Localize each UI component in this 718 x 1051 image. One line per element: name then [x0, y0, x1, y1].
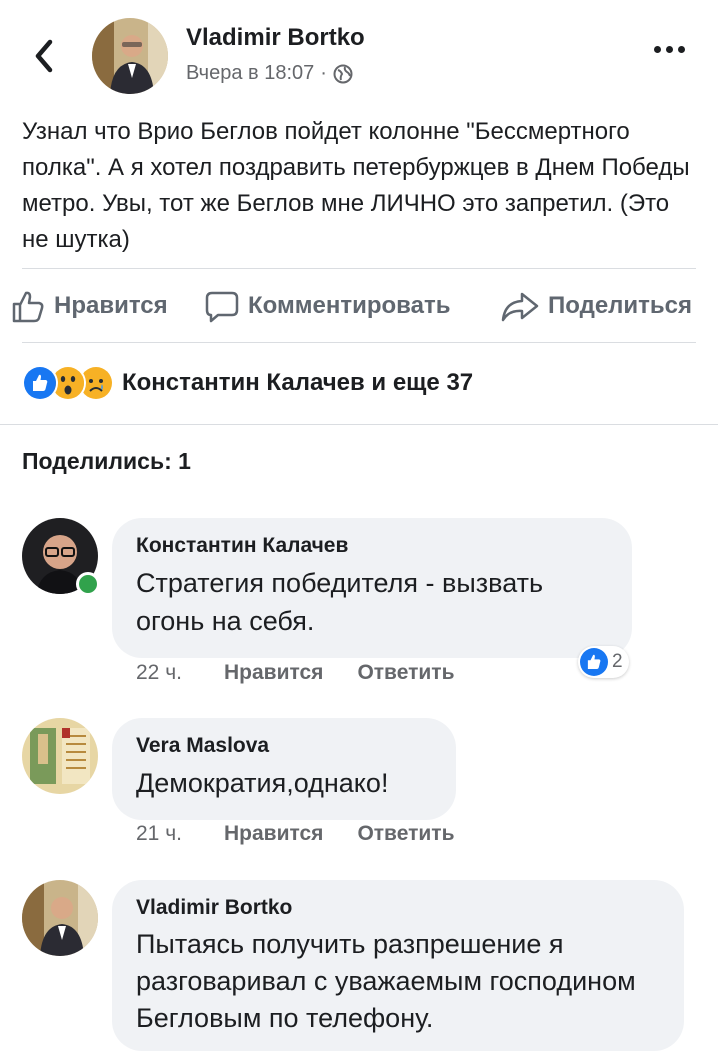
comment-text: Демократия,однако! [136, 768, 389, 798]
thumbs-up-icon [12, 291, 44, 323]
comment-bubble[interactable]: Vera Maslova Демократия,однако! [112, 718, 456, 820]
like-reaction-icon [22, 365, 58, 401]
comment-meta: 21 ч. Нравится Ответить [136, 822, 488, 846]
comment-button[interactable]: Комментировать [204, 278, 450, 334]
comment-reaction-count: 2 [612, 651, 623, 672]
back-button[interactable] [28, 34, 62, 78]
comment-reply-button[interactable]: Ответить [357, 822, 454, 846]
author-avatar[interactable] [92, 18, 168, 94]
globe-icon [333, 64, 353, 83]
share-button[interactable]: Поделиться [500, 278, 692, 334]
comment-avatar[interactable] [22, 718, 98, 794]
more-horizontal-icon [654, 46, 661, 53]
comment-text: Пытаясь получить разпрешение я разговари… [136, 929, 636, 1033]
divider [0, 424, 718, 425]
share-label: Поделиться [548, 292, 693, 319]
divider [22, 342, 696, 343]
comment-like-button[interactable]: Нравится [224, 661, 323, 685]
like-reaction-icon [580, 648, 608, 676]
comment-author[interactable]: Константин Калачев [136, 534, 608, 558]
comment-icon [205, 291, 239, 323]
comment-reactions[interactable]: 2 [578, 646, 629, 678]
more-button[interactable] [654, 46, 685, 53]
like-label: Нравится [54, 292, 168, 319]
post-text: Узнал что Врио Беглов пойдет колонне "Бе… [22, 118, 690, 253]
comment-reply-button[interactable]: Ответить [357, 661, 454, 685]
comment-avatar[interactable] [22, 880, 98, 956]
post-meta: Вчера в 18:07 · [186, 62, 353, 85]
like-button[interactable]: Нравится [10, 278, 168, 334]
divider [22, 268, 696, 269]
comment-like-button[interactable]: Нравится [224, 822, 323, 846]
comment-time: 21 ч. [136, 822, 182, 845]
post-timestamp[interactable]: Вчера в 18:07 [186, 62, 314, 85]
post-actions: Нравится Комментировать Поделиться [0, 278, 718, 334]
reactions-summary[interactable]: Константин Калачев и еще 37 [22, 365, 473, 401]
post-author-name[interactable]: Vladimir Bortko [186, 24, 365, 52]
comment-label: Комментировать [248, 292, 451, 319]
chevron-left-icon [35, 39, 53, 73]
comment-time: 22 ч. [136, 661, 182, 684]
comment-text: Стратегия победителя - вызвать огонь на … [136, 568, 544, 636]
share-icon [501, 292, 539, 322]
meta-separator: · [320, 62, 327, 84]
comment-meta: 22 ч. Нравится Ответить [136, 661, 488, 685]
comment-bubble[interactable]: Константин Калачев Стратегия победителя … [112, 518, 632, 658]
comment-author[interactable]: Vladimir Bortko [136, 896, 660, 920]
comment-author[interactable]: Vera Maslova [136, 734, 432, 758]
online-indicator [76, 572, 100, 596]
shares-count[interactable]: Поделились: 1 [22, 448, 191, 475]
comment-bubble[interactable]: Vladimir Bortko Пытаясь получить разпреш… [112, 880, 684, 1051]
reactions-text: Константин Калачев и еще 37 [122, 369, 474, 396]
